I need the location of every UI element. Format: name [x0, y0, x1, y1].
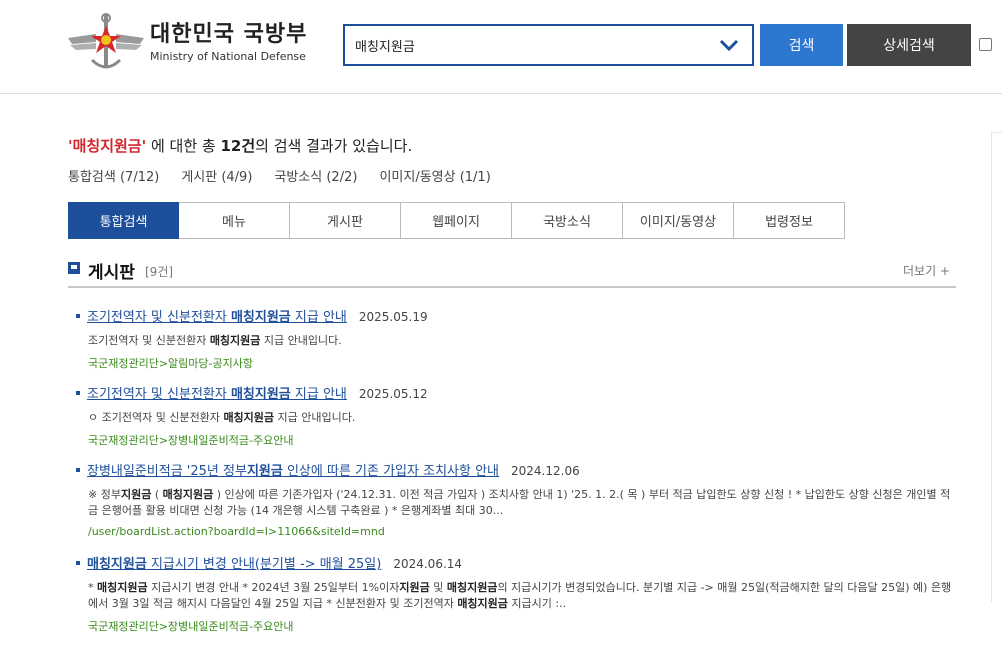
result-item: 조기전역자 및 신분전환자 매칭지원금 지급 안내 2025.05.12 ㅇ 조… — [76, 383, 966, 448]
bullet-icon — [76, 314, 80, 318]
search-input[interactable] — [355, 37, 705, 53]
count-media[interactable]: 이미지/동영상 (1/1) — [379, 166, 490, 185]
result-date: 2025.05.19 — [358, 310, 428, 324]
chevron-down-icon[interactable] — [718, 34, 740, 56]
result-path[interactable]: /user/boardList.action?boardId=I>11066&s… — [88, 525, 966, 538]
result-date: 2024.06.14 — [393, 557, 463, 571]
site-logo[interactable]: 대한민국 국방부 Ministry of National Defense — [66, 12, 307, 74]
category-counts: 통합검색 (7/12) 게시판 (4/9) 국방소식 (2/2) 이미지/동영상… — [68, 166, 491, 185]
result-path[interactable]: 국군재정관리단>장병내일준비적금-주요안내 — [88, 618, 966, 634]
result-item: 매칭지원금 지급시기 변경 안내(분기별 -> 매월 25일) 2024.06.… — [76, 553, 966, 634]
result-item: 장병내일준비적금 '25년 정부지원금 인상에 따른 기존 가입자 조치사항 안… — [76, 460, 966, 538]
section-count: [9건] — [145, 265, 174, 279]
title-text: 인상에 따른 기존 가입자 조치사항 안내 — [282, 464, 499, 479]
bullet-icon — [76, 391, 80, 395]
result-description: ※ 정부지원금 ( 매칭지원금 ) 인상에 따른 기존가입자 ('24.12.3… — [88, 488, 951, 517]
tab-integrated[interactable]: 통합검색 — [68, 202, 179, 239]
title-highlight: 매칭지원금 — [230, 310, 291, 325]
desc-highlight: 매칭지원금 — [223, 411, 275, 424]
result-title-link[interactable]: 장병내일준비적금 '25년 정부지원금 인상에 따른 기존 가입자 조치사항 안… — [87, 460, 499, 479]
desc-text: 지급 안내입니다. — [274, 411, 356, 424]
title-text: 지급시기 변경 안내(분기별 -> 매월 25일) — [146, 557, 382, 572]
result-description: 조기전역자 및 신분전환자 매칭지원금 지급 안내입니다. — [88, 333, 958, 349]
result-description: ㅇ 조기전역자 및 신분전환자 매칭지원금 지급 안내입니다. — [88, 410, 958, 426]
search-button[interactable]: 검색 — [760, 24, 843, 66]
search-option-checkbox[interactable] — [979, 38, 992, 51]
tab-webpage[interactable]: 웹페이지 — [401, 202, 512, 239]
result-description: * 매칭지원금 지급시기 변경 안내 * 2024년 3월 25일부터 1%이자… — [88, 581, 952, 610]
title-highlight: 지원금 — [246, 464, 283, 479]
mnd-emblem-icon — [68, 13, 144, 69]
tab-news[interactable]: 국방소식 — [512, 202, 623, 239]
bullet-icon — [76, 561, 80, 565]
count-integrated[interactable]: 통합검색 (7/12) — [68, 166, 159, 185]
detail-search-button[interactable]: 상세검색 — [847, 24, 971, 66]
title-text: 조기전역자 및 신분전환자 — [87, 310, 231, 325]
title-text: 지급 안내 — [290, 310, 347, 325]
result-summary: '매칭지원금' 에 대한 총 12건의 검색 결과가 있습니다. — [68, 135, 412, 156]
section-square-icon — [68, 262, 80, 274]
tab-menu[interactable]: 메뉴 — [179, 202, 290, 239]
desc-text: 지급 안내입니다. — [260, 334, 342, 347]
title-highlight: 매칭지원금 — [230, 387, 291, 402]
title-text: 조기전역자 및 신분전환자 — [87, 387, 231, 402]
tab-media[interactable]: 이미지/동영상 — [623, 202, 734, 239]
result-path[interactable]: 국군재정관리단>알림마당-공지사항 — [88, 355, 966, 371]
result-date: 2025.05.12 — [358, 387, 428, 401]
summary-count: 12건 — [220, 137, 256, 155]
title-text: 지급 안내 — [290, 387, 347, 402]
right-side-panel-edge — [991, 132, 1002, 602]
more-link[interactable]: 더보기 + — [903, 262, 950, 279]
result-title-link[interactable]: 조기전역자 및 신분전환자 매칭지원금 지급 안내 — [87, 383, 347, 402]
result-item: 조기전역자 및 신분전환자 매칭지원금 지급 안내 2025.05.19 조기전… — [76, 306, 966, 371]
count-board[interactable]: 게시판 (4/9) — [181, 166, 252, 185]
result-path[interactable]: 국군재정관리단>장병내일준비적금-주요안내 — [88, 432, 966, 448]
search-tabs: 통합검색 메뉴 게시판 웹페이지 국방소식 이미지/동영상 법령정보 — [68, 202, 845, 239]
tab-board[interactable]: 게시판 — [290, 202, 401, 239]
summary-query: '매칭지원금' — [68, 137, 147, 155]
summary-text-1: 에 대한 총 — [146, 137, 221, 155]
board-section-header: 게시판 [9건] 더보기 + — [68, 258, 956, 288]
result-title-link[interactable]: 매칭지원금 지급시기 변경 안내(분기별 -> 매월 25일) — [87, 553, 381, 572]
logo-korean-text: 대한민국 국방부 — [150, 22, 308, 47]
desc-text: 조기전역자 및 신분전환자 — [88, 334, 210, 347]
logo-english-text: Ministry of National Defense — [150, 50, 306, 63]
site-header: 대한민국 국방부 Ministry of National Defense 검색… — [0, 0, 1002, 94]
bullet-icon — [76, 468, 80, 472]
result-title-link[interactable]: 조기전역자 및 신분전환자 매칭지원금 지급 안내 — [87, 306, 347, 325]
count-news[interactable]: 국방소식 (2/2) — [274, 166, 357, 185]
title-highlight: 매칭지원금 — [87, 557, 147, 572]
result-date: 2024.12.06 — [511, 464, 580, 478]
desc-highlight: 매칭지원금 — [209, 334, 261, 347]
section-title: 게시판 — [88, 263, 135, 283]
desc-text: ㅇ 조기전역자 및 신분전환자 — [88, 411, 224, 424]
title-text: 장병내일준비적금 '25년 정부 — [87, 464, 247, 479]
summary-text-2: 의 검색 결과가 있습니다. — [255, 137, 413, 155]
search-box — [343, 24, 754, 66]
tab-law[interactable]: 법령정보 — [734, 202, 845, 239]
